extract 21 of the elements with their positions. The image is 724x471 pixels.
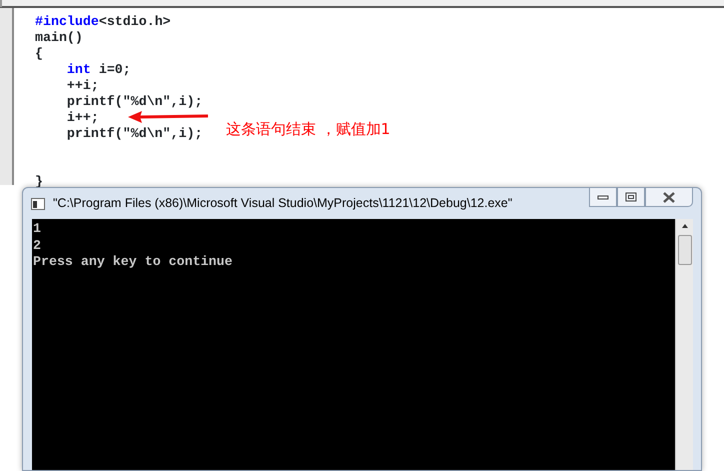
code-line: int i=0; <box>66 62 131 78</box>
annotation-text: 这条语句结束 ，赋值加1 <box>226 119 390 140</box>
code-line: printf("%d\n",i); <box>66 126 203 142</box>
arrow-icon <box>128 111 210 123</box>
code-line: { <box>35 46 43 62</box>
console-app-icon <box>31 198 45 210</box>
window-title: "C:\Program Files (x86)\Microsoft Visual Studio\MyProjects\1121\12\Debug\12.exe" <box>53 195 514 212</box>
scrollbar-thumb[interactable] <box>678 235 692 265</box>
code-line: #include<stdio.h> <box>35 14 171 30</box>
code-line: main() <box>35 30 83 46</box>
code-line: printf("%d\n",i); <box>66 94 203 110</box>
minimize-icon <box>597 194 609 200</box>
console-output: 1 2 Press any key to continue <box>32 219 675 470</box>
maximize-button[interactable] <box>617 187 645 207</box>
close-button[interactable] <box>645 187 693 207</box>
vertical-scrollbar[interactable] <box>675 219 693 470</box>
close-icon <box>662 192 676 202</box>
code-line: i++; <box>66 110 99 126</box>
code-line: ++i; <box>66 78 99 94</box>
maximize-icon <box>625 192 637 202</box>
minimize-button[interactable] <box>589 187 617 207</box>
